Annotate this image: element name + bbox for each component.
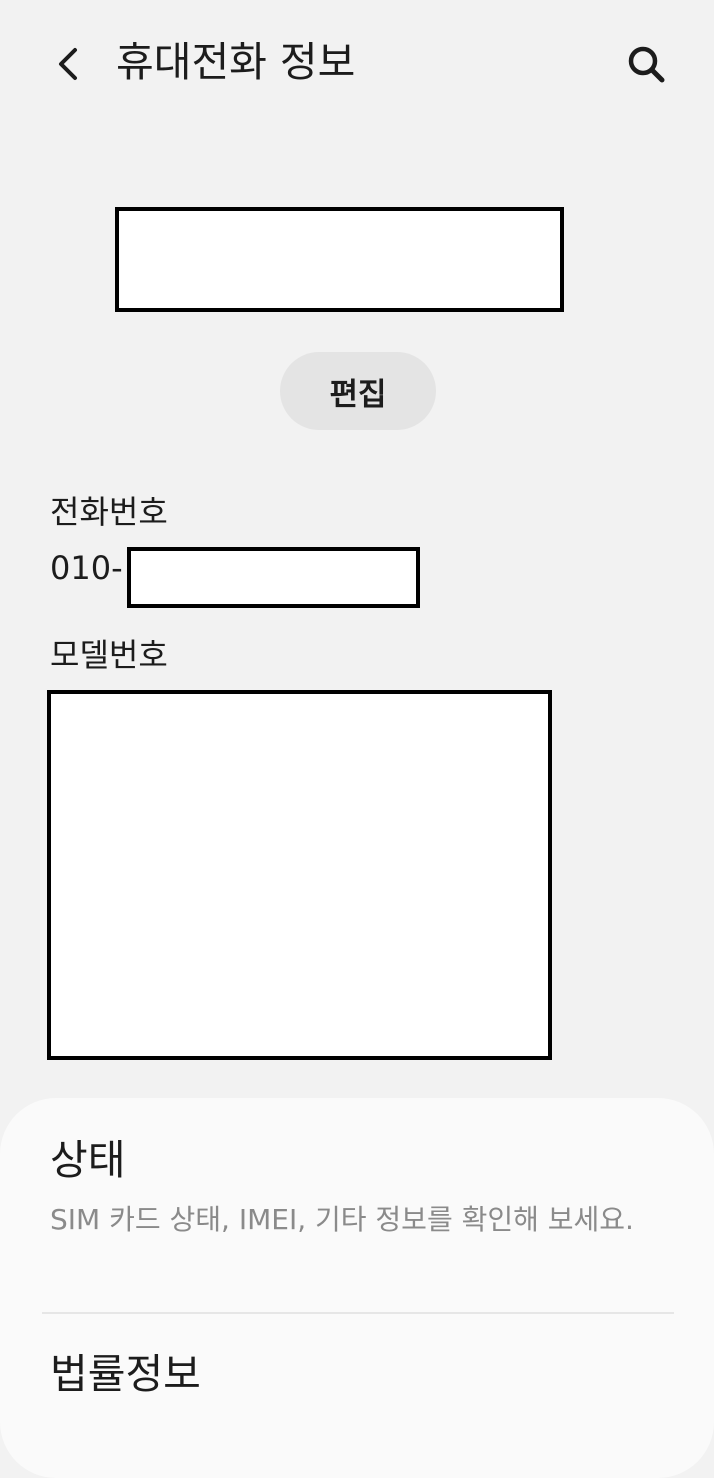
search-button[interactable] [620, 38, 672, 90]
app-bar: 휴대전화 정보 [0, 0, 714, 124]
menu-item-status-title: 상태 [50, 1136, 126, 1184]
search-icon [628, 46, 665, 83]
phone-number-redacted [127, 547, 420, 608]
model-number-redacted [47, 690, 552, 1060]
menu-item-status-subtitle: SIM 카드 상태, IMEI, 기타 정보를 확인해 보세요. [50, 1203, 634, 1236]
edit-button[interactable]: 편집 [280, 352, 436, 430]
chevron-left-icon [59, 48, 77, 80]
menu-card: 상태 SIM 카드 상태, IMEI, 기타 정보를 확인해 보세요. 법률정보 [0, 1098, 714, 1478]
device-name-redacted [115, 207, 564, 312]
menu-item-legal-title: 법률정보 [50, 1350, 201, 1398]
menu-item-legal[interactable]: 법률정보 [0, 1314, 714, 1478]
model-number-label: 모델번호 [50, 636, 168, 674]
back-button[interactable] [44, 40, 92, 88]
menu-item-status[interactable]: 상태 SIM 카드 상태, IMEI, 기타 정보를 확인해 보세요. [0, 1098, 714, 1312]
phone-number-prefix: 010- [50, 549, 123, 587]
page-title: 휴대전화 정보 [116, 38, 356, 86]
phone-number-label: 전화번호 [50, 493, 168, 531]
